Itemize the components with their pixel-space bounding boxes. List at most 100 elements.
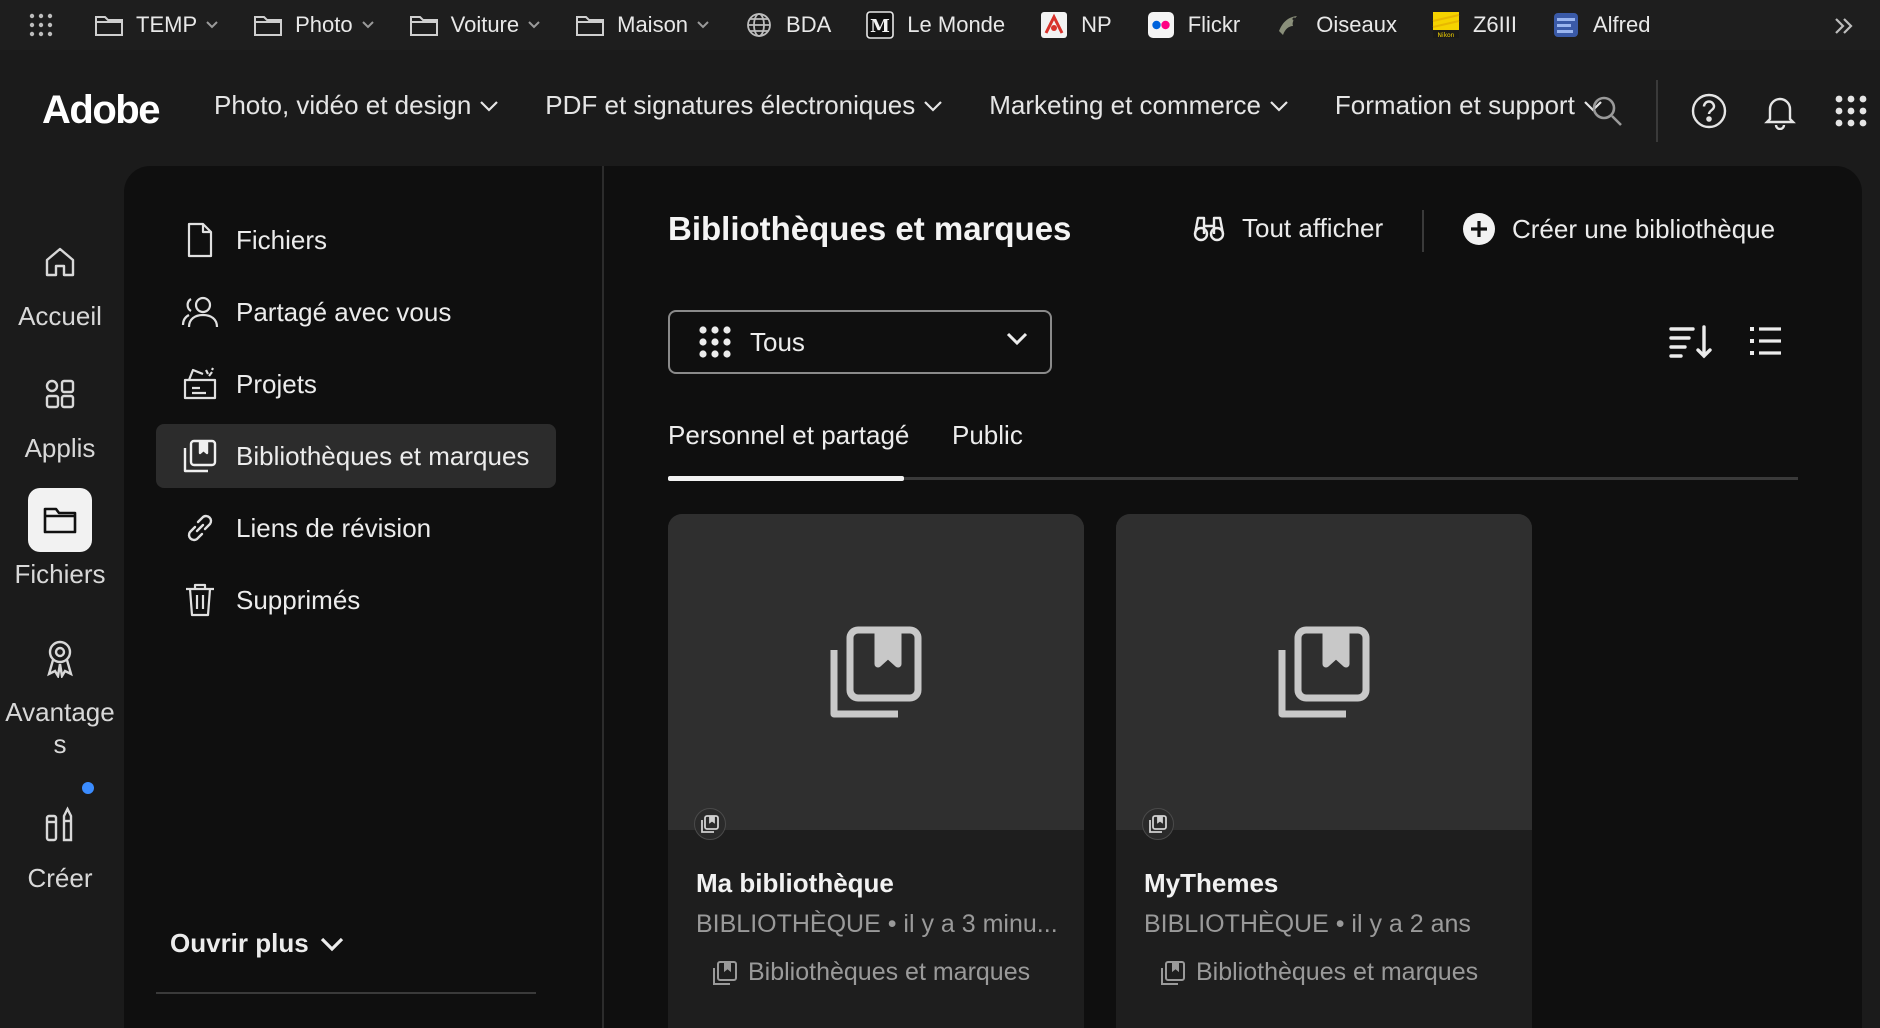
rail-item-avantages[interactable]: Avantage s [0, 626, 120, 760]
card-title: Ma bibliothèque [696, 868, 894, 898]
bookmark-label: TEMP [136, 12, 198, 37]
card-meta: BIBLIOTHÈQUE • il y a 3 minu... [696, 910, 1058, 938]
sidenav-item-liens-revision[interactable]: Liens de révision [156, 496, 556, 560]
bookmark-label: BDA [786, 12, 832, 37]
library-icon [712, 960, 738, 986]
folder-icon [409, 13, 439, 37]
bookmark-label: Flickr [1187, 12, 1241, 37]
bookmark-temp[interactable]: TEMP [84, 7, 229, 43]
card-location: Bibliothèques et marques [712, 958, 1030, 987]
sidenav-label: Supprimés [236, 584, 361, 615]
bookmark-voiture[interactable]: Voiture [399, 7, 552, 43]
chevron-down-icon [696, 20, 710, 30]
folder-icon [575, 13, 605, 37]
list-view-icon[interactable] [1748, 324, 1782, 358]
adobe-logo[interactable]: Adobe [42, 88, 160, 133]
chevron-down-icon [527, 20, 541, 30]
bookmark-np[interactable]: NP [1029, 7, 1122, 43]
page-title: Bibliothèques et marques [668, 210, 1072, 247]
chevron-down-icon [923, 100, 943, 112]
tab-personnel-partage[interactable]: Personnel et partagé [668, 420, 909, 451]
flickr-icon [1146, 12, 1176, 38]
shared-users-icon [180, 292, 220, 332]
sidenav-label: Liens de révision [236, 512, 432, 543]
actions-divider [1422, 210, 1424, 252]
link-icon [180, 508, 220, 548]
add-circle-icon [1462, 212, 1496, 246]
sidenav-label: Fichiers [236, 224, 328, 255]
bookmark-z6iii[interactable]: Nikon Z6III [1421, 7, 1527, 43]
card-thumbnail [668, 514, 1084, 830]
library-badge-icon [694, 808, 726, 840]
sidenav-item-projets[interactable]: Projets [156, 352, 556, 416]
card-meta: BIBLIOTHÈQUE • il y a 2 ans [1144, 910, 1471, 938]
nav-pdf-signatures[interactable]: PDF et signatures électroniques [545, 90, 943, 121]
apps-grid-icon[interactable] [26, 10, 56, 40]
bookmark-oiseaux[interactable]: Oiseaux [1264, 7, 1407, 43]
library-card-ma-bibliotheque[interactable]: Ma bibliothèque BIBLIOTHÈQUE • il y a 3 … [668, 514, 1084, 1028]
folder-icon [28, 488, 92, 552]
notification-dot [82, 782, 94, 794]
rail-item-accueil[interactable]: Accueil [0, 230, 120, 332]
library-card-mythemes[interactable]: MyThemes BIBLIOTHÈQUE • il y a 2 ans Bib… [1116, 514, 1532, 1028]
grid-icon [698, 325, 732, 359]
bookmark-label: Le Monde [907, 12, 1006, 37]
bookmark-bda[interactable]: BDA [734, 7, 841, 43]
trash-icon [180, 580, 220, 620]
folder-icon [94, 13, 124, 37]
nav-photo-video-design[interactable]: Photo, vidéo et design [214, 90, 499, 121]
view-all-button[interactable]: Tout afficher [1192, 212, 1383, 244]
bookmark-label: Oiseaux [1316, 12, 1397, 37]
header-divider [1656, 80, 1658, 142]
app-switcher-grid-icon[interactable] [1834, 94, 1868, 128]
bookmark-photo[interactable]: Photo [243, 7, 385, 43]
nav-marketing-commerce[interactable]: Marketing et commerce [989, 90, 1289, 121]
bookmark-label: Maison [617, 12, 689, 37]
chevron-down-icon [319, 936, 345, 952]
more-bookmarks-icon[interactable] [1830, 12, 1858, 40]
file-icon [180, 220, 220, 260]
sidenav-item-partage[interactable]: Partagé avec vous [156, 280, 556, 344]
sort-icon[interactable] [1668, 324, 1712, 360]
rail-label: Fichiers [14, 559, 106, 589]
chevron-down-icon [205, 20, 219, 30]
tab-public[interactable]: Public [952, 420, 1023, 451]
nikon-icon: Nikon [1431, 12, 1461, 39]
bookmark-alfred[interactable]: Alfred [1541, 7, 1660, 43]
sidenav-item-bibliotheques[interactable]: Bibliothèques et marques [156, 424, 556, 488]
open-more-button[interactable]: Ouvrir plus [170, 928, 345, 959]
bird-icon [1274, 13, 1304, 37]
rail-item-fichiers[interactable]: Fichiers [0, 488, 120, 590]
folder-icon [253, 13, 283, 37]
bookmark-label: NP [1081, 12, 1112, 37]
bookmark-le-monde[interactable]: M Le Monde [855, 7, 1015, 43]
chevron-down-icon [1006, 332, 1028, 346]
sidenav-item-fichiers[interactable]: Fichiers [156, 208, 556, 272]
filter-dropdown[interactable]: Tous [668, 310, 1052, 374]
create-library-button[interactable]: Créer une bibliothèque [1462, 212, 1775, 246]
library-icon [1160, 960, 1186, 986]
card-title: MyThemes [1144, 868, 1279, 898]
bookmark-maison[interactable]: Maison [565, 7, 720, 43]
filter-value: Tous [750, 326, 805, 357]
chevron-down-icon [361, 20, 375, 30]
notifications-bell-icon[interactable] [1762, 92, 1798, 130]
sidenav-divider [156, 992, 536, 994]
rail-item-applis[interactable]: Applis [0, 362, 120, 464]
bookmark-flickr[interactable]: Flickr [1136, 7, 1251, 43]
active-tab-indicator [668, 476, 904, 481]
library-badge-icon [1142, 808, 1174, 840]
alfred-icon [1551, 13, 1581, 37]
help-icon[interactable] [1690, 92, 1728, 130]
sidenav-label: Partagé avec vous [236, 296, 452, 327]
sidenav-item-supprimes[interactable]: Supprimés [156, 568, 556, 632]
rail-label: Applis [24, 433, 96, 463]
library-icon [1274, 622, 1374, 722]
search-icon[interactable] [1590, 94, 1624, 128]
projects-icon [180, 364, 220, 404]
rail-item-creer[interactable]: Créer [0, 792, 120, 894]
bookmark-label: Photo [295, 12, 353, 37]
nav-formation-support[interactable]: Formation et support [1335, 90, 1603, 121]
award-ribbon-icon [28, 626, 92, 690]
svg-text:Nikon: Nikon [1438, 32, 1455, 39]
